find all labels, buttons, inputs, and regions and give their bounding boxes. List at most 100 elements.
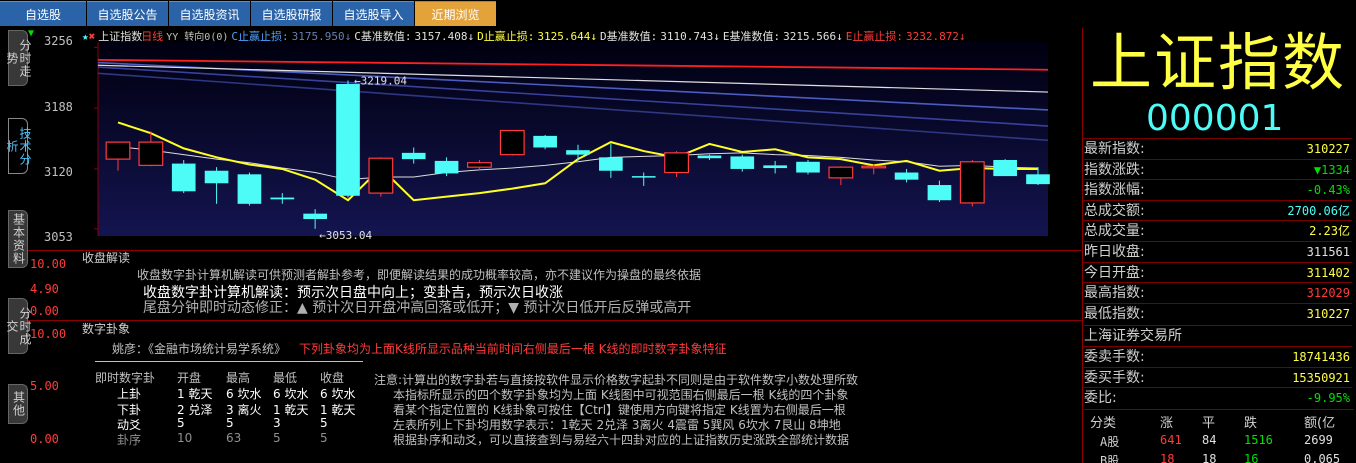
quote-row: 总成交额: 2700.06亿 <box>1084 199 1352 220</box>
quote-row: 昨日收盘: 311561 <box>1084 241 1352 261</box>
candle-body <box>237 174 262 204</box>
side-tab-fundamentals[interactable]: 基本资料 <box>8 210 28 268</box>
quote-value: 2.23亿 <box>1309 224 1350 239</box>
candle-body <box>105 141 131 160</box>
quote-value: 312029 <box>1306 286 1350 301</box>
quote-label: 指数涨跌: <box>1084 161 1145 178</box>
quote-value: 2700.06亿 <box>1287 203 1350 218</box>
table-cell: B股 <box>1100 453 1120 463</box>
tab-watchlist-news[interactable]: 自选股资讯 <box>169 1 250 26</box>
side-tab-label: 其他 <box>11 391 26 417</box>
y-tick-label: 5.00 <box>30 379 59 393</box>
y-tick-label: 4.90 <box>30 282 59 296</box>
candle-body <box>171 163 196 192</box>
y-tick-label: 10.00 <box>30 327 67 341</box>
hexagram-cell: 5 <box>177 416 185 430</box>
candle-body <box>664 152 690 174</box>
y-tick-label: 3120 <box>44 165 73 179</box>
candle-body <box>270 197 295 200</box>
quote-row: 指数涨幅: -0.43% <box>1084 179 1352 199</box>
quote-value: 310227 <box>1306 142 1350 156</box>
table-cell: 2699 <box>1304 432 1333 447</box>
candle-body <box>730 156 755 169</box>
candle-body <box>993 160 1017 177</box>
candle-body <box>796 161 820 173</box>
market-breadth-table: 分类 涨 平 跌 额(亿 A股 641 84 1516 2699 B股 18 18 16 0.065 <box>1084 408 1354 463</box>
quote-value: -0.43% <box>1306 183 1350 198</box>
candle-body <box>631 176 656 178</box>
hexagram-cell: 5 <box>226 416 234 430</box>
candle-body <box>828 166 854 179</box>
side-tab-intraday[interactable]: 分时走势 <box>5 30 32 86</box>
candle-body <box>336 84 360 196</box>
top-nav: 自选股 自选股公告 自选股资讯 自选股研报 自选股导入 近期浏览 <box>0 0 1356 26</box>
candle-body <box>959 161 985 204</box>
candle-body <box>861 165 887 169</box>
interpretation-note: 收盘数字卦计算机解读可供预测者解卦参考，即便解读结果的成功概率较高，亦不建议作为… <box>137 268 702 282</box>
tab-watchlist-import[interactable]: 自选股导入 <box>333 1 414 26</box>
hexagram-cell: 5 <box>273 431 281 445</box>
table-header: 平 <box>1202 415 1216 431</box>
side-tab-ticks[interactable]: 分时成交 <box>5 298 32 354</box>
y-tick-label: 3053 <box>44 230 73 244</box>
candle-body <box>138 141 164 166</box>
quote-label: 最高指数: <box>1084 285 1145 302</box>
quote-row: 最新指数: 310227 <box>1084 138 1352 158</box>
price-annotation: ←3219.04 <box>354 74 407 87</box>
table-cell: 0.065 <box>1304 451 1341 463</box>
quote-row: 委卖手数: 18741436 <box>1084 346 1352 366</box>
tab-watchlist-announcements[interactable]: 自选股公告 <box>87 1 168 26</box>
tab-watchlist-research[interactable]: 自选股研报 <box>251 1 332 26</box>
candle-body <box>566 150 590 155</box>
quote-value: ▼1334 <box>1313 162 1350 177</box>
quote-row: 最低指数: 310227 <box>1084 302 1352 323</box>
hexagram-source: 姚彦：《金融市场统计易学系统》 <box>112 342 287 356</box>
candlestick-chart[interactable]: ←3219.04 ←3053.04 <box>28 28 1080 250</box>
hexagram-header: 收盘 <box>320 371 345 385</box>
candle-body <box>599 157 623 171</box>
quote-row: 总成交量: 2.23亿 <box>1084 220 1352 240</box>
candle-body <box>204 170 229 184</box>
quote-label: 今日开盘: <box>1084 264 1145 281</box>
y-tick-label: 3256 <box>44 34 73 48</box>
hexagram-cell: 63 <box>226 431 242 445</box>
candle-body <box>927 185 952 201</box>
chart-plot-area <box>98 42 1048 236</box>
index-code: 000001 <box>1146 98 1284 139</box>
candle-body <box>467 162 492 168</box>
candle-body <box>1026 174 1050 185</box>
side-tab-technical[interactable]: 技术分析 <box>5 118 32 174</box>
table-header: 额(亿 <box>1304 415 1336 431</box>
quote-value: 311561 <box>1306 245 1350 259</box>
quote-value: 18741436 <box>1292 350 1350 364</box>
candle-body <box>303 213 327 220</box>
candle-body <box>499 129 525 156</box>
quote-label: 委比: <box>1084 390 1117 407</box>
hexagram-cell: 1 乾天 <box>177 387 213 401</box>
quote-label: 最低指数: <box>1084 305 1145 322</box>
hexagram-cell: 上卦 <box>117 387 142 401</box>
quote-row: 今日开盘: 311402 <box>1084 261 1352 282</box>
hexagram-header: 最低 <box>273 371 298 385</box>
y-tick-label: 10.00 <box>30 257 67 271</box>
quote-label: 指数涨幅: <box>1084 182 1145 199</box>
quote-label: 委买手数: <box>1084 369 1145 386</box>
price-annotation: ←3053.04 <box>319 229 372 242</box>
quote-label: 最新指数: <box>1084 141 1145 157</box>
quote-value: 310227 <box>1306 306 1350 321</box>
quote-label: 上海证券交易所 <box>1084 328 1182 345</box>
y-tick-label: 3188 <box>44 100 73 114</box>
table-header: 涨 <box>1160 415 1174 431</box>
hexagram-cell: 3 <box>273 416 281 430</box>
exchange-name: 上海证券交易所 <box>1084 325 1352 345</box>
side-tabs: 分时走势 技术分析 基本资料 分时成交 其他 <box>0 28 32 463</box>
panel-title: 收盘解读 <box>82 251 131 265</box>
y-tick-label: 0.00 <box>30 432 59 446</box>
hexagram-header: 最高 <box>226 371 251 385</box>
tab-recent[interactable]: 近期浏览 <box>415 1 496 26</box>
table-cell: 641 <box>1160 432 1182 447</box>
candle-body <box>434 160 459 174</box>
candle-body <box>763 165 787 169</box>
side-tab-other[interactable]: 其他 <box>8 384 28 424</box>
tab-watchlist[interactable]: 自选股 <box>0 1 86 26</box>
